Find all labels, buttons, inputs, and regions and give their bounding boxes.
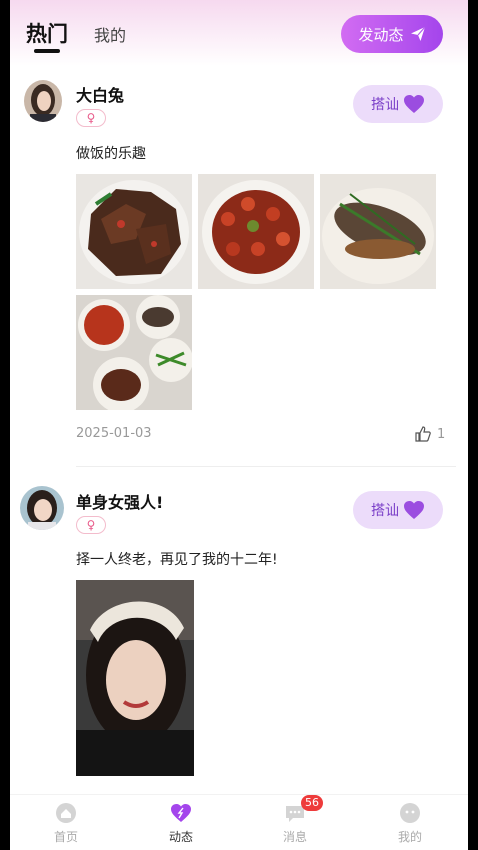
- greet-button[interactable]: 搭讪: [353, 491, 443, 529]
- like-count: 1: [437, 426, 446, 442]
- screen: 热门 我的 发动态 大白兔 ♀ 搭讪 做饭的乐趣 2025-01-03 1 单身…: [10, 0, 468, 850]
- post-button-label: 发动态: [358, 25, 404, 44]
- unread-badge: 56: [301, 795, 323, 811]
- profile-icon: [400, 803, 420, 823]
- purple-heart-icon: [404, 501, 424, 519]
- tab-label: 动态: [168, 830, 193, 844]
- avatar[interactable]: [24, 80, 62, 122]
- post-image[interactable]: [76, 174, 192, 289]
- post-dynamic-button[interactable]: 发动态: [341, 15, 443, 53]
- purple-heart-icon: [404, 95, 424, 113]
- gender-female-badge: ♀: [76, 516, 106, 534]
- post-image[interactable]: [76, 580, 194, 776]
- tab-label: 消息: [282, 830, 307, 844]
- tab-profile[interactable]: 我的: [380, 795, 440, 850]
- tab-feed[interactable]: 动态: [151, 795, 211, 850]
- bottom-tab-bar: 首页 动态 消息 56 我的: [10, 794, 468, 850]
- top-bar: 热门 我的 发动态: [10, 0, 468, 66]
- post-image[interactable]: [76, 295, 192, 410]
- greet-label: 搭讪: [371, 97, 399, 113]
- like-button[interactable]: 1: [415, 426, 445, 442]
- post-text: 择一人终老，再见了我的十二年!: [76, 552, 278, 568]
- greet-label: 搭讪: [371, 503, 399, 519]
- tab-messages[interactable]: 消息 56: [265, 795, 325, 850]
- username[interactable]: 单身女强人!: [76, 489, 163, 513]
- tab-mine[interactable]: 我的: [94, 22, 126, 46]
- tab-home[interactable]: 首页: [36, 795, 96, 850]
- send-icon: [410, 26, 425, 41]
- avatar[interactable]: [20, 486, 64, 530]
- thumbs-up-icon: [415, 426, 431, 442]
- post-date: 2025-01-03: [76, 426, 152, 441]
- home-icon: [56, 803, 76, 823]
- tab-label: 我的: [397, 830, 422, 844]
- female-icon: ♀: [86, 111, 96, 125]
- post-image[interactable]: [320, 174, 436, 289]
- feed-heart-icon: [171, 804, 191, 822]
- gender-female-badge: ♀: [76, 109, 106, 127]
- female-icon: ♀: [86, 518, 96, 532]
- username[interactable]: 大白兔: [76, 82, 124, 106]
- tab-hot[interactable]: 热门: [26, 18, 68, 48]
- tab-label: 首页: [53, 830, 78, 844]
- greet-button[interactable]: 搭讪: [353, 85, 443, 123]
- post-text: 做饭的乐趣: [76, 146, 146, 162]
- post-divider: [76, 466, 456, 467]
- tab-active-indicator: [34, 49, 60, 53]
- post-image[interactable]: [198, 174, 314, 289]
